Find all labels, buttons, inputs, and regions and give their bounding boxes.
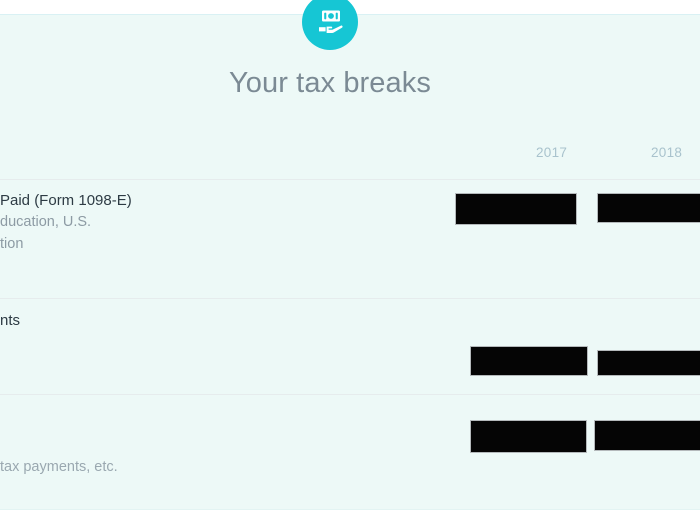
row-label-sub-2: tion (0, 236, 24, 252)
row-label-group: Paid (Form 1098-E) ducation, U.S. tion (0, 190, 430, 255)
bottom-white-band (0, 510, 700, 525)
row-label-group: nts (0, 310, 430, 331)
redacted-amount-2018 (594, 420, 700, 451)
redacted-amount-2017 (470, 346, 588, 376)
redacted-amount-2018 (597, 193, 700, 223)
row-divider-2 (0, 394, 700, 395)
column-header-2017: 2017 (536, 145, 568, 160)
row-label-sub-1: tax payments, etc. (0, 459, 118, 475)
column-header-2018: 2018 (651, 145, 683, 160)
row-label-main: nts (0, 312, 21, 329)
page-title: Your tax breaks (229, 67, 431, 99)
row-label-sub-1: ducation, U.S. (0, 214, 92, 230)
redacted-amount-2017 (470, 420, 587, 453)
table-header-divider (0, 179, 700, 180)
redacted-amount-2017 (455, 193, 577, 225)
app-screen: Your tax breaks 2017 2018 Paid (Form 109… (0, 0, 700, 525)
redacted-amount-2018 (597, 350, 700, 376)
row-label-main: Paid (Form 1098-E) (0, 192, 132, 209)
row-label-group: tax payments, etc. (0, 406, 430, 478)
row-divider-1 (0, 298, 700, 299)
